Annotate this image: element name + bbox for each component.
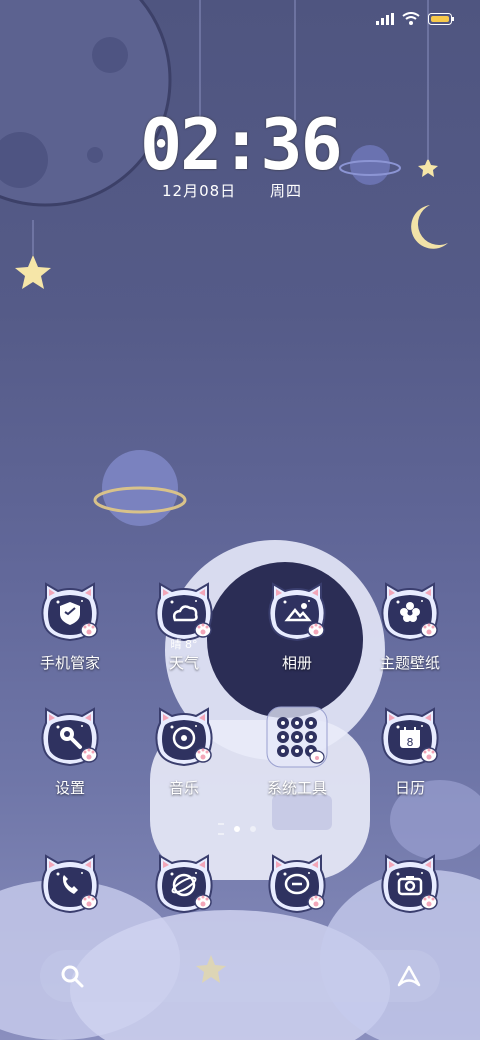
signal-icon bbox=[376, 12, 394, 25]
wrench-icon[interactable] bbox=[38, 705, 102, 769]
search-icon[interactable] bbox=[60, 964, 84, 988]
app-label: 主题壁纸 bbox=[379, 654, 440, 672]
page-menu-indicator bbox=[218, 823, 224, 835]
calendar-icon[interactable]: 8 bbox=[378, 705, 442, 769]
lockscreen-weekday: 周四 bbox=[270, 182, 303, 200]
app-label: 系统工具 bbox=[266, 779, 327, 797]
page-dot bbox=[250, 826, 256, 832]
lockscreen-date: 12月08日 bbox=[162, 182, 237, 200]
lockscreen-time: 02:36 bbox=[140, 104, 343, 186]
page-indicator[interactable] bbox=[218, 823, 256, 835]
dock-search-bar[interactable] bbox=[40, 950, 440, 1002]
app-phone[interactable] bbox=[22, 852, 118, 952]
app-cloud[interactable]: 晴 8° 天气 bbox=[136, 580, 232, 680]
app-label: 相册 bbox=[281, 654, 312, 672]
app-shield[interactable]: 手机管家 bbox=[22, 580, 118, 680]
app-browser[interactable] bbox=[136, 852, 232, 952]
app-photo[interactable]: 相册 bbox=[249, 580, 345, 680]
flower-icon[interactable] bbox=[378, 580, 442, 644]
assistant-icon[interactable] bbox=[396, 964, 422, 988]
weather-summary: 晴 8° bbox=[170, 638, 198, 651]
app-label: 日历 bbox=[394, 779, 425, 797]
status-bar bbox=[0, 0, 480, 40]
shield-icon[interactable] bbox=[38, 580, 102, 644]
wifi-icon bbox=[402, 12, 420, 25]
browser-icon[interactable] bbox=[152, 852, 216, 916]
music-disc-icon[interactable] bbox=[152, 705, 216, 769]
message-icon[interactable] bbox=[265, 852, 329, 916]
folder-icon[interactable] bbox=[265, 705, 329, 769]
app-camera[interactable] bbox=[362, 852, 458, 952]
app-label: 设置 bbox=[54, 779, 85, 797]
page-dot-current bbox=[234, 826, 240, 832]
app-flower[interactable]: 主题壁纸 bbox=[362, 580, 458, 680]
app-music-disc[interactable]: 音乐 bbox=[136, 705, 232, 805]
phone-icon[interactable] bbox=[38, 852, 102, 916]
cloud-icon[interactable] bbox=[152, 580, 216, 644]
battery-icon bbox=[428, 12, 454, 25]
app-label: 天气 bbox=[168, 654, 199, 672]
photo-icon[interactable] bbox=[265, 580, 329, 644]
app-message[interactable] bbox=[249, 852, 345, 952]
app-folder[interactable]: 系统工具 bbox=[249, 705, 345, 805]
calendar-day: 8 bbox=[407, 736, 414, 749]
app-wrench[interactable]: 设置 bbox=[22, 705, 118, 805]
camera-icon[interactable] bbox=[378, 852, 442, 916]
app-calendar[interactable]: 8 日历 bbox=[362, 705, 458, 805]
app-label: 手机管家 bbox=[39, 654, 100, 672]
app-label: 音乐 bbox=[168, 779, 199, 797]
